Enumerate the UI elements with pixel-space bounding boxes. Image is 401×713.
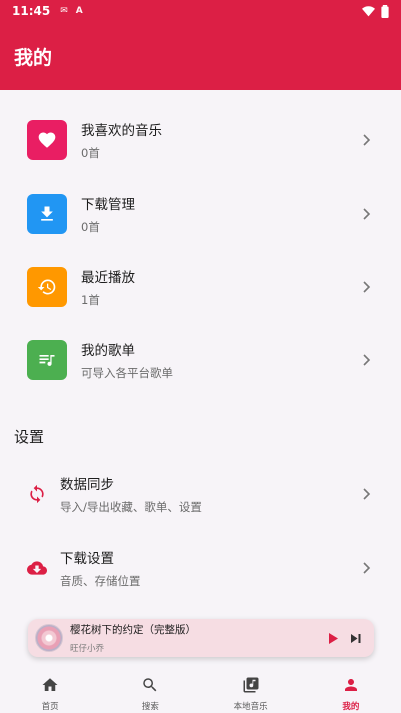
playlist-icon xyxy=(27,339,67,380)
page-title: 我的 xyxy=(14,46,53,69)
settings-heading: 设置 xyxy=(14,428,45,446)
download-settings-subtitle: 音质、存储位置 xyxy=(60,573,141,588)
nav-local-music-label: 本地音乐 xyxy=(233,702,268,712)
bottom-navigation: 首页 搜索 本地音乐 我的 xyxy=(0,665,401,713)
recent-title: 最近播放 xyxy=(81,269,135,286)
now-playing-artist: 旺仔小乔 xyxy=(70,644,105,654)
data-sync-title: 数据同步 xyxy=(60,476,114,493)
home-icon xyxy=(42,678,58,691)
sync-icon xyxy=(26,483,48,505)
skip-next-icon[interactable] xyxy=(347,629,365,647)
battery-icon xyxy=(381,4,389,18)
nav-mine[interactable]: 我的 xyxy=(301,665,401,713)
status-time: 11:45 xyxy=(12,4,51,18)
app-bar: 我的 xyxy=(0,22,401,90)
heart-icon xyxy=(27,119,67,160)
playlists-subtitle: 可导入各平台歌单 xyxy=(81,365,173,380)
nav-local-music[interactable]: 本地音乐 xyxy=(201,665,301,713)
favorites-row[interactable]: 我喜欢的音乐 0首 xyxy=(0,103,401,176)
downloads-row[interactable]: 下载管理 0首 xyxy=(0,177,401,250)
favorites-title: 我喜欢的音乐 xyxy=(81,122,162,139)
data-sync-subtitle: 导入/导出收藏、歌单、设置 xyxy=(60,499,202,514)
search-icon xyxy=(143,678,157,692)
chevron-right-icon xyxy=(355,128,379,152)
history-icon xyxy=(27,266,67,307)
playlists-title: 我的歌单 xyxy=(81,342,135,359)
wifi-icon xyxy=(362,5,375,16)
download-settings-title: 下载设置 xyxy=(60,550,114,567)
recent-count: 1首 xyxy=(81,292,100,307)
app-notification-icon: A xyxy=(75,6,83,16)
recent-row[interactable]: 最近播放 1首 xyxy=(0,250,401,323)
chevron-right-icon xyxy=(355,202,379,226)
album-art xyxy=(35,624,63,652)
play-icon[interactable] xyxy=(324,629,342,647)
nav-mine-label: 我的 xyxy=(342,702,360,712)
chevron-right-icon xyxy=(355,556,379,580)
nav-search-label: 搜索 xyxy=(141,702,159,712)
now-playing-title: 樱花树下的约定（完整版） xyxy=(70,624,196,636)
mini-player[interactable]: 樱花树下的约定（完整版） 旺仔小乔 xyxy=(28,619,374,657)
favorites-count: 0首 xyxy=(81,145,100,160)
nav-search[interactable]: 搜索 xyxy=(100,665,200,713)
download-settings-row[interactable]: 下载设置 音质、存储位置 xyxy=(0,531,401,604)
downloads-count: 0首 xyxy=(81,219,100,234)
notification-icon: ✉ xyxy=(60,6,68,16)
chevron-right-icon xyxy=(355,482,379,506)
nav-home-label: 首页 xyxy=(41,702,59,712)
library-music-icon xyxy=(243,677,259,693)
nav-home[interactable]: 首页 xyxy=(0,665,100,713)
cloud-download-icon xyxy=(26,557,48,579)
chevron-right-icon xyxy=(355,275,379,299)
download-icon xyxy=(27,193,67,234)
downloads-title: 下载管理 xyxy=(81,196,135,213)
person-icon xyxy=(344,679,357,691)
playlists-row[interactable]: 我的歌单 可导入各平台歌单 xyxy=(0,323,401,396)
data-sync-row[interactable]: 数据同步 导入/导出收藏、歌单、设置 xyxy=(0,457,401,530)
status-bar: 11:45 ✉ A xyxy=(0,0,401,22)
chevron-right-icon xyxy=(355,348,379,372)
